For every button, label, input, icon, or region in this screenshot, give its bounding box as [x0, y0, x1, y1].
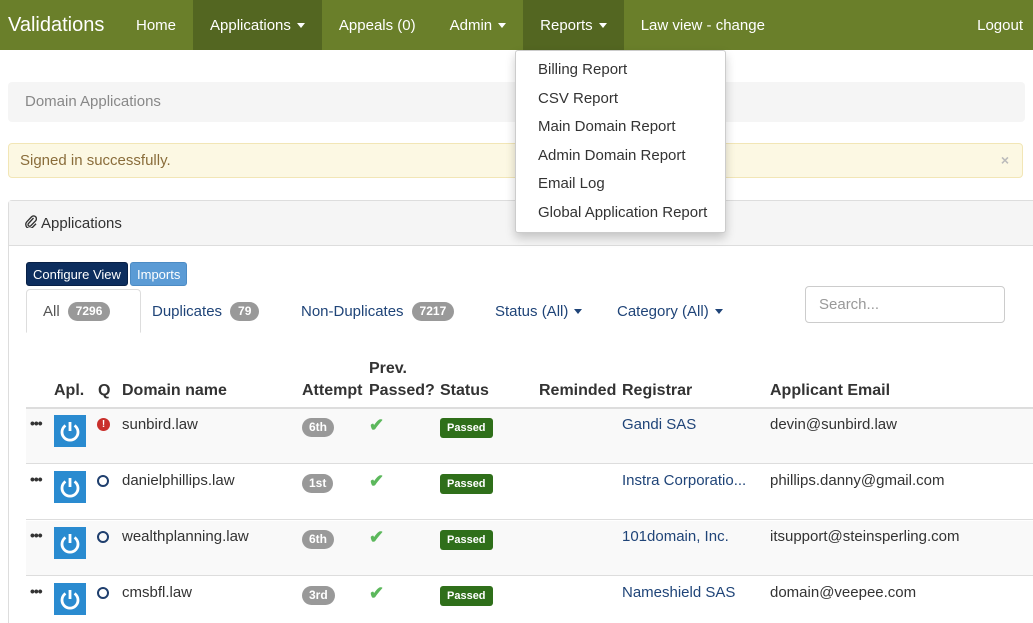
tab-category-label: Category (All) [617, 302, 709, 320]
circle-icon [97, 531, 109, 543]
table-row[interactable]: ••• cmsbfl.law 3rd ✔ Passed Nameshield S… [26, 577, 1033, 623]
status-badge: Passed [440, 530, 493, 550]
attempt-badge: 1st [302, 474, 334, 493]
caret-down-icon [296, 22, 305, 28]
panel-title: Applications [41, 215, 122, 232]
column-header-prev-line1[interactable]: Prev. [369, 360, 407, 378]
row-menu-icon[interactable]: ••• [30, 583, 43, 599]
nav-applications[interactable]: Applications [193, 0, 322, 50]
tab-all-count-badge: 7296 [67, 301, 111, 321]
menu-item-email-log[interactable]: Email Log [516, 170, 725, 199]
menu-item-csv-report[interactable]: CSV Report [516, 85, 725, 114]
power-icon[interactable] [54, 583, 86, 615]
registrar-link[interactable]: Nameshield SAS [622, 584, 735, 601]
registrar-link[interactable]: Gandi SAS [622, 416, 696, 433]
domain-name[interactable]: sunbird.law [122, 416, 198, 433]
alert-message: Signed in successfully. [20, 152, 171, 169]
nav-law-view-change[interactable]: Law view - change [624, 0, 782, 50]
tab-duplicates[interactable]: Duplicates 79 [152, 289, 260, 333]
menu-item-admin-domain-report[interactable]: Admin Domain Report [516, 142, 725, 171]
applicant-email: itsupport@steinsperling.com [770, 528, 960, 545]
search-input[interactable] [805, 286, 1005, 323]
top-navbar: Validations Home Applications Appeals (0… [0, 0, 1033, 50]
power-icon[interactable] [54, 471, 86, 503]
column-header-domain[interactable]: Domain name [122, 382, 227, 400]
applicant-email: domain@veepee.com [770, 584, 917, 601]
tab-all-label: All [43, 302, 60, 320]
domain-name[interactable]: danielphillips.law [122, 472, 235, 489]
nav-appeals[interactable]: Appeals (0) [322, 0, 433, 50]
tab-duplicates-label: Duplicates [152, 302, 223, 320]
caret-down-icon [574, 308, 583, 314]
table-row[interactable]: ••• ! sunbird.law 6th ✔ Passed Gandi SAS… [26, 409, 1033, 464]
check-icon: ✔ [369, 583, 385, 603]
reports-dropdown-menu: Billing Report CSV Report Main Domain Re… [515, 50, 726, 233]
column-header-apl[interactable]: Apl. [54, 382, 84, 400]
column-header-email[interactable]: Applicant Email [770, 382, 890, 400]
check-icon: ✔ [369, 471, 385, 491]
circle-icon [97, 475, 109, 487]
attempt-badge: 6th [302, 530, 334, 549]
nav-home-label: Home [136, 16, 177, 34]
column-header-reminded[interactable]: Reminded [539, 382, 616, 400]
imports-button[interactable]: Imports [130, 262, 188, 286]
domain-name[interactable]: wealthplanning.law [122, 528, 249, 545]
paperclip-icon [25, 201, 38, 246]
column-header-status[interactable]: Status [440, 382, 489, 400]
nav-reports[interactable]: Reports [523, 0, 624, 50]
status-badge: Passed [440, 586, 493, 606]
row-menu-icon[interactable]: ••• [30, 415, 43, 431]
caret-down-icon [714, 308, 723, 314]
tab-status-filter[interactable]: Status (All) [495, 289, 583, 333]
row-menu-icon[interactable]: ••• [30, 471, 43, 487]
registrar-link[interactable]: 101domain, Inc. [622, 528, 729, 545]
nav-law-view-label: Law view - change [640, 16, 765, 34]
applicant-email: devin@sunbird.law [770, 416, 897, 433]
alert-icon: ! [97, 418, 110, 431]
caret-down-icon [598, 22, 607, 28]
circle-icon [97, 587, 109, 599]
tab-non-duplicates-label: Non-Duplicates [301, 302, 404, 320]
logout-label: Logout [977, 16, 1023, 34]
domain-name[interactable]: cmsbfl.law [122, 584, 192, 601]
nav-appeals-label: Appeals (0) [338, 16, 416, 34]
tab-all[interactable]: All 7296 [43, 289, 111, 333]
table-row[interactable]: ••• wealthplanning.law 6th ✔ Passed 101d… [26, 521, 1033, 576]
tab-non-duplicates-count-badge: 7217 [411, 301, 455, 321]
logout-link[interactable]: Logout [960, 0, 1033, 50]
row-menu-icon[interactable]: ••• [30, 527, 43, 543]
table-row[interactable]: ••• danielphillips.law 1st ✔ Passed Inst… [26, 465, 1033, 520]
nav-reports-label: Reports [540, 16, 593, 34]
check-icon: ✔ [369, 527, 385, 547]
applicant-email: phillips.danny@gmail.com [770, 472, 945, 489]
menu-item-main-domain-report[interactable]: Main Domain Report [516, 113, 725, 142]
power-icon[interactable] [54, 415, 86, 447]
tab-non-duplicates[interactable]: Non-Duplicates 7217 [301, 289, 455, 333]
nav-admin[interactable]: Admin [433, 0, 524, 50]
registrar-link[interactable]: Instra Corporatio... [622, 472, 746, 489]
column-header-q[interactable]: Q [98, 382, 110, 400]
filter-tabs: All 7296 Duplicates 79 Non-Duplicates 72… [26, 286, 786, 333]
check-icon: ✔ [369, 415, 385, 435]
attempt-badge: 3rd [302, 586, 335, 605]
tab-category-filter[interactable]: Category (All) [617, 289, 723, 333]
caret-down-icon [498, 22, 507, 28]
status-badge: Passed [440, 474, 493, 494]
column-header-prev-line2[interactable]: Passed? [369, 382, 435, 400]
close-icon[interactable]: × [1001, 144, 1009, 177]
attempt-badge: 6th [302, 418, 334, 437]
column-header-registrar[interactable]: Registrar [622, 382, 692, 400]
configure-view-button[interactable]: Configure View [26, 262, 128, 286]
column-header-attempt[interactable]: Attempt [302, 382, 362, 400]
menu-item-billing-report[interactable]: Billing Report [516, 56, 725, 85]
nav-applications-label: Applications [210, 16, 291, 34]
brand-logo[interactable]: Validations [0, 0, 119, 50]
nav-home[interactable]: Home [119, 0, 193, 50]
nav-admin-label: Admin [449, 16, 493, 34]
power-icon[interactable] [54, 527, 86, 559]
status-badge: Passed [440, 418, 493, 438]
tab-duplicates-count-badge: 79 [230, 301, 260, 321]
tab-status-label: Status (All) [495, 302, 569, 320]
menu-item-global-application-report[interactable]: Global Application Report [516, 199, 725, 228]
